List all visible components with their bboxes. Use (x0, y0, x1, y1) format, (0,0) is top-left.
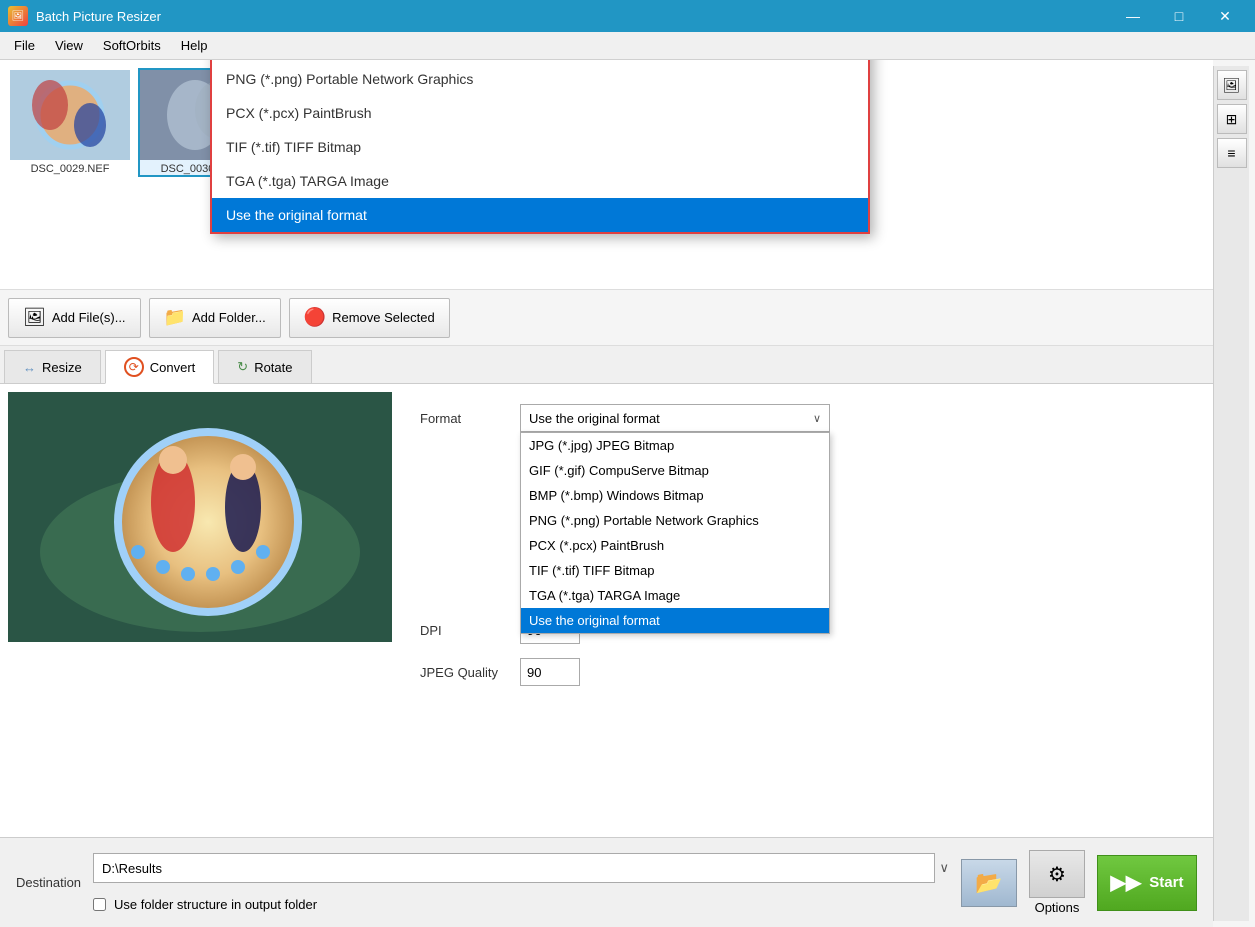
add-files-label: Add File(s)... (52, 310, 126, 325)
format-option-1[interactable]: GIF (*.gif) CompuServe Bitmap (521, 458, 829, 483)
images-icon: 🖼 (1223, 77, 1241, 94)
big-dropdown-option-7[interactable]: Use the original format (212, 198, 868, 232)
add-folder-label: Add Folder... (192, 310, 266, 325)
grid-icon: ⊞ (1226, 111, 1238, 128)
content-wrapper: DSC_0029.NEF DSC_0030.NEF (0, 60, 1255, 927)
rotate-icon: ↻ (237, 359, 248, 375)
big-dropdown-option-6[interactable]: TGA (*.tga) TARGA Image (212, 164, 868, 198)
titlebar: 🖼 Batch Picture Resizer — □ ✕ (0, 0, 1255, 32)
tab-resize-label: Resize (42, 360, 82, 375)
format-option-7[interactable]: Use the original format (521, 608, 829, 633)
format-option-3[interactable]: PNG (*.png) Portable Network Graphics (521, 508, 829, 533)
destination-chevron-icon: ∨ (939, 860, 949, 876)
tab-rotate[interactable]: ↻ Rotate (218, 350, 311, 383)
add-files-icon: 🖼 (23, 307, 46, 328)
format-option-0[interactable]: JPG (*.jpg) JPEG Bitmap (521, 433, 829, 458)
use-folder-label: Use folder structure in output folder (114, 897, 317, 912)
list-icon: ≡ (1227, 145, 1235, 161)
tab-bar: ↔ Resize ⟳ Convert ↻ Rotate (0, 346, 1213, 384)
form-area: Format Use the original format ∨ JPG (*.… (400, 384, 850, 837)
menu-softorbits[interactable]: SoftOrbits (93, 34, 171, 57)
app-icon: 🖼 (8, 6, 28, 26)
options-group: ⚙ Options (1029, 850, 1085, 915)
folder-icon: 📂 (975, 870, 1002, 896)
jpeg-quality-label: JPEG Quality (420, 665, 510, 680)
close-button[interactable]: ✕ (1203, 0, 1247, 32)
app-title: Batch Picture Resizer (36, 9, 161, 24)
add-files-button[interactable]: 🖼 Add File(s)... (8, 298, 141, 338)
format-selected-text: Use the original format (529, 411, 660, 426)
dpi-label: DPI (420, 623, 510, 638)
format-option-4[interactable]: PCX (*.pcx) PaintBrush (521, 533, 829, 558)
tab-content: Format Use the original format ∨ JPG (*.… (0, 384, 1213, 837)
thumb-label-1: DSC_0029.NEF (31, 163, 110, 175)
toolbar: 🖼 Add File(s)... 📁 Add Folder... 🔴 Remov… (0, 290, 1213, 346)
add-folder-icon: 📁 (164, 307, 186, 328)
destination-input-row: ∨ (93, 853, 949, 883)
format-label: Format (420, 411, 510, 426)
preview-image (8, 392, 392, 642)
image-thumb-1[interactable]: DSC_0029.NEF (8, 68, 132, 177)
menu-file[interactable]: File (4, 34, 45, 57)
format-option-5[interactable]: TIF (*.tif) TIFF Bitmap (521, 558, 829, 583)
right-sidebar: 🖼 ⊞ ≡ (1213, 66, 1249, 921)
use-folder-row: Use folder structure in output folder (93, 897, 949, 912)
big-dropdown-option-4[interactable]: PCX (*.pcx) PaintBrush (212, 96, 868, 130)
titlebar-left: 🖼 Batch Picture Resizer (8, 6, 161, 26)
thumb-image-1 (10, 70, 130, 160)
menu-help[interactable]: Help (171, 34, 218, 57)
tab-resize[interactable]: ↔ Resize (4, 350, 101, 383)
sidebar-grid-button[interactable]: ⊞ (1217, 104, 1247, 134)
big-dropdown-option-5[interactable]: TIF (*.tif) TIFF Bitmap (212, 130, 868, 164)
gear-icon: ⚙ (1048, 862, 1066, 887)
destination-wrapper: ∨ Use folder structure in output folder (93, 853, 949, 912)
convert-circle-icon: ⟳ (124, 357, 144, 377)
browse-folder-button[interactable]: 📂 (961, 859, 1017, 907)
destination-label: Destination (16, 875, 81, 890)
add-folder-button[interactable]: 📁 Add Folder... (149, 298, 281, 338)
big-dropdown-overlay: Use the original format ∨ JPG (*.jpg) JP… (210, 60, 870, 234)
format-dropdown-list: JPG (*.jpg) JPEG Bitmap GIF (*.gif) Comp… (520, 432, 830, 634)
sidebar-list-button[interactable]: ≡ (1217, 138, 1247, 168)
sidebar-images-button[interactable]: 🖼 (1217, 70, 1247, 100)
preview-area (0, 384, 400, 837)
big-dropdown-option-3[interactable]: PNG (*.png) Portable Network Graphics (212, 62, 868, 96)
start-arrow-icon: ▶▶ (1111, 870, 1142, 895)
tab-area: ↔ Resize ⟳ Convert ↻ Rotate (0, 346, 1213, 837)
destination-input[interactable] (93, 853, 935, 883)
tab-rotate-label: Rotate (254, 360, 292, 375)
titlebar-controls: — □ ✕ (1111, 0, 1247, 32)
image-strip: DSC_0029.NEF DSC_0030.NEF (0, 60, 1213, 290)
start-button[interactable]: ▶▶ Start (1097, 855, 1197, 911)
tab-convert[interactable]: ⟳ Convert (105, 350, 215, 384)
use-folder-checkbox[interactable] (93, 898, 106, 911)
resize-icon: ↔ (23, 360, 36, 375)
options-label: Options (1035, 900, 1080, 915)
jpeg-quality-row: JPEG Quality (420, 658, 830, 686)
format-option-6[interactable]: TGA (*.tga) TARGA Image (521, 583, 829, 608)
remove-selected-label: Remove Selected (332, 310, 435, 325)
tab-convert-label: Convert (150, 360, 196, 375)
format-chevron-icon: ∨ (813, 412, 821, 425)
jpeg-quality-input[interactable] (520, 658, 580, 686)
bottom-bar: Destination ∨ Use folder structure in ou… (0, 837, 1213, 927)
format-option-2[interactable]: BMP (*.bmp) Windows Bitmap (521, 483, 829, 508)
menubar: File View SoftOrbits Help (0, 32, 1255, 60)
format-dropdown[interactable]: Use the original format ∨ (520, 404, 830, 432)
center-content: DSC_0029.NEF DSC_0030.NEF (0, 60, 1213, 927)
maximize-button[interactable]: □ (1157, 0, 1201, 32)
main-area: DSC_0029.NEF DSC_0030.NEF (0, 60, 1255, 927)
options-button[interactable]: ⚙ (1029, 850, 1085, 898)
minimize-button[interactable]: — (1111, 0, 1155, 32)
remove-selected-button[interactable]: 🔴 Remove Selected (289, 298, 450, 338)
start-label: Start (1149, 874, 1183, 891)
format-row: Format Use the original format ∨ JPG (*.… (420, 404, 830, 432)
format-dropdown-container: Use the original format ∨ JPG (*.jpg) JP… (520, 404, 830, 432)
remove-icon: 🔴 (304, 307, 326, 328)
menu-view[interactable]: View (45, 34, 93, 57)
